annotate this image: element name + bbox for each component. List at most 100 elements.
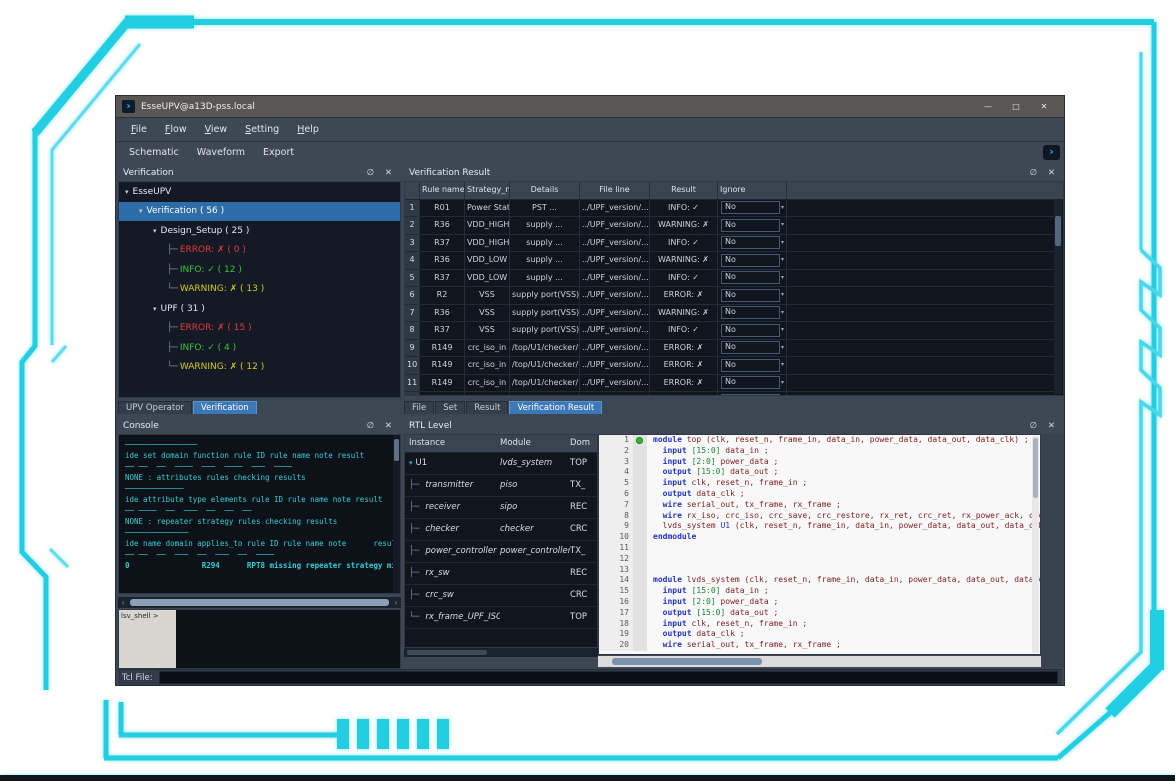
menu-item-file[interactable]: File <box>122 124 156 135</box>
breakpoint-margin[interactable] <box>633 586 647 597</box>
column-header[interactable]: Ignore <box>718 182 787 199</box>
ignore-cell[interactable]: No▾ <box>718 375 787 392</box>
float-panel-icon[interactable]: ∅ <box>367 421 378 431</box>
ignore-dropdown[interactable]: No <box>721 254 780 267</box>
tab-result[interactable]: Result <box>466 401 508 414</box>
editor-vertical-scrollbar[interactable] <box>1032 436 1039 653</box>
scrollbar-thumb[interactable] <box>407 650 487 655</box>
instance-row[interactable]: ├─ crc_swCRC <box>405 585 597 607</box>
instance-row[interactable]: ├─ checkercheckerCRC <box>405 519 597 541</box>
menu-item-view[interactable]: View <box>196 124 237 135</box>
breakpoint-margin[interactable] <box>633 575 647 586</box>
tree-item[interactable]: ▾Design_Setup ( 25 ) <box>119 221 400 241</box>
console-vertical-scrollbar[interactable] <box>393 435 400 593</box>
instance-row[interactable]: └─ rx_frame_UPF_ISOTOP <box>405 607 597 629</box>
table-row[interactable]: 2R36VDD_HIGHsupply ...../UPF_version/...… <box>405 217 1063 235</box>
menu-item-flow[interactable]: Flow <box>156 124 196 135</box>
instance-row[interactable]: ├─ transmitterpisoTX_ <box>405 475 597 497</box>
ignore-cell[interactable]: No▾ <box>718 287 787 304</box>
tree-item[interactable]: ├─ INFO: ✓ ( 12 ) <box>119 260 400 280</box>
instance-tree-horizontal-scrollbar[interactable] <box>404 648 598 657</box>
breakpoint-margin[interactable] <box>633 554 647 565</box>
table-row[interactable]: 12R149crc_iso_in/top/U1/checker/...../UP… <box>405 392 1063 396</box>
column-header[interactable]: Module <box>500 435 570 452</box>
table-row[interactable]: 10R149crc_iso_in/top/U1/checker/...../UP… <box>405 357 1063 375</box>
menu-item-setting[interactable]: Setting <box>236 124 288 135</box>
scrollbar-thumb[interactable] <box>1055 216 1061 246</box>
column-header[interactable]: Dom <box>570 435 597 452</box>
tab-verification-result[interactable]: Verification Result <box>509 401 602 414</box>
breakpoint-margin[interactable] <box>633 467 647 478</box>
column-header[interactable]: File line <box>580 182 650 199</box>
tree-item[interactable]: ▾EsseUPV <box>119 182 400 202</box>
ignore-cell[interactable]: No▾ <box>718 217 787 234</box>
column-header[interactable]: Rule name <box>420 182 465 199</box>
tcl-file-input[interactable] <box>159 671 1058 684</box>
breakpoint-margin[interactable] <box>633 500 647 511</box>
table-row[interactable]: 6R2VSSsupply port(VSS) ha...../UPF_versi… <box>405 287 1063 305</box>
ignore-cell[interactable]: No▾ <box>718 322 787 339</box>
ignore-cell[interactable]: No▾ <box>718 357 787 374</box>
breakpoint-margin[interactable] <box>633 543 647 554</box>
tab-verification[interactable]: Verification <box>193 401 257 414</box>
result-vertical-scrollbar[interactable] <box>1054 200 1062 394</box>
breakpoint-margin[interactable] <box>633 619 647 630</box>
scrollbar-thumb[interactable] <box>394 439 399 461</box>
table-row[interactable]: 8R37VSSsupply port(VSS) ...../UPF_versio… <box>405 322 1063 340</box>
breakpoint-margin[interactable] <box>633 640 647 651</box>
breakpoint-margin[interactable] <box>633 489 647 500</box>
ignore-cell[interactable]: No▾ <box>718 392 787 396</box>
float-panel-icon[interactable]: ∅ <box>1030 421 1041 431</box>
breakpoint-margin[interactable] <box>633 478 647 489</box>
instance-row[interactable]: ▾U1lvds_systemTOP <box>405 453 597 475</box>
tab-file[interactable]: File <box>404 401 434 414</box>
instance-row[interactable]: ├─ receiversipoREC <box>405 497 597 519</box>
breakpoint-margin[interactable] <box>633 629 647 640</box>
toolbar-more-button[interactable]: › <box>1043 145 1060 160</box>
code-editor[interactable]: 1module top (clk, reset_n, frame_in, dat… <box>598 434 1041 655</box>
ignore-cell[interactable]: No▾ <box>718 270 787 287</box>
table-row[interactable]: 3R37VDD_HIGHsupply ...../UPF_version/...… <box>405 235 1063 253</box>
ignore-dropdown[interactable]: No <box>721 376 780 389</box>
tree-item[interactable]: └─ WARNING: ✗ ( 12 ) <box>119 358 400 378</box>
instance-row[interactable]: ├─ rx_swREC <box>405 563 597 585</box>
scroll-left-icon[interactable]: ‹ <box>118 599 128 607</box>
breakpoint-margin[interactable] <box>633 511 647 522</box>
breakpoint-margin[interactable] <box>633 457 647 468</box>
menu-item-help[interactable]: Help <box>288 124 328 135</box>
ignore-dropdown[interactable]: No <box>721 324 780 337</box>
table-row[interactable]: 5R37VDD_LOWsupply ...../UPF_version/...I… <box>405 270 1063 288</box>
close-panel-icon[interactable]: ✕ <box>385 421 396 431</box>
shell-prompt[interactable]: lsv_shell > <box>119 610 176 668</box>
table-row[interactable]: 1R01Power State...PST ...../UPF_version/… <box>405 200 1063 218</box>
float-panel-icon[interactable]: ∅ <box>1030 168 1041 178</box>
ignore-dropdown[interactable]: No <box>721 394 780 396</box>
column-header[interactable]: Details <box>510 182 580 199</box>
breakpoint-margin[interactable] <box>633 565 647 576</box>
tree-item[interactable]: ├─ INFO: ✓ ( 4 ) <box>119 338 400 358</box>
table-row[interactable]: 7R36VSSsupply port(VSS) no...../UPF_vers… <box>405 305 1063 323</box>
toolbar-item-waveform[interactable]: Waveform <box>188 147 254 158</box>
tab-upv-operator[interactable]: UPV Operator <box>118 401 192 414</box>
ignore-dropdown[interactable]: No <box>721 271 780 284</box>
breakpoint-margin[interactable] <box>633 435 647 446</box>
scrollbar-thumb[interactable] <box>1033 438 1038 498</box>
tree-item[interactable]: ├─ ERROR: ✗ ( 15 ) <box>119 319 400 339</box>
console-horizontal-scrollbar[interactable]: ‹ › <box>118 597 401 608</box>
ignore-dropdown[interactable]: No <box>721 201 780 214</box>
table-row[interactable]: 9R149crc_iso_in/top/U1/checker/...../UPF… <box>405 340 1063 358</box>
ignore-cell[interactable]: No▾ <box>718 200 787 217</box>
close-panel-icon[interactable]: ✕ <box>1048 168 1059 178</box>
minimize-button[interactable]: — <box>974 102 1002 111</box>
ignore-dropdown[interactable]: No <box>721 219 780 232</box>
ignore-cell[interactable]: No▾ <box>718 305 787 322</box>
breakpoint-margin[interactable] <box>633 446 647 457</box>
ignore-cell[interactable]: No▾ <box>718 340 787 357</box>
scroll-right-icon[interactable]: › <box>391 599 401 607</box>
breakpoint-margin[interactable] <box>633 608 647 619</box>
float-panel-icon[interactable]: ∅ <box>367 168 378 178</box>
breakpoint-margin[interactable] <box>633 521 647 532</box>
tree-item[interactable]: ├─ ERROR: ✗ ( 0 ) <box>119 241 400 261</box>
tree-item[interactable]: └─ WARNING: ✗ ( 13 ) <box>119 280 400 300</box>
ignore-dropdown[interactable]: No <box>721 289 780 302</box>
